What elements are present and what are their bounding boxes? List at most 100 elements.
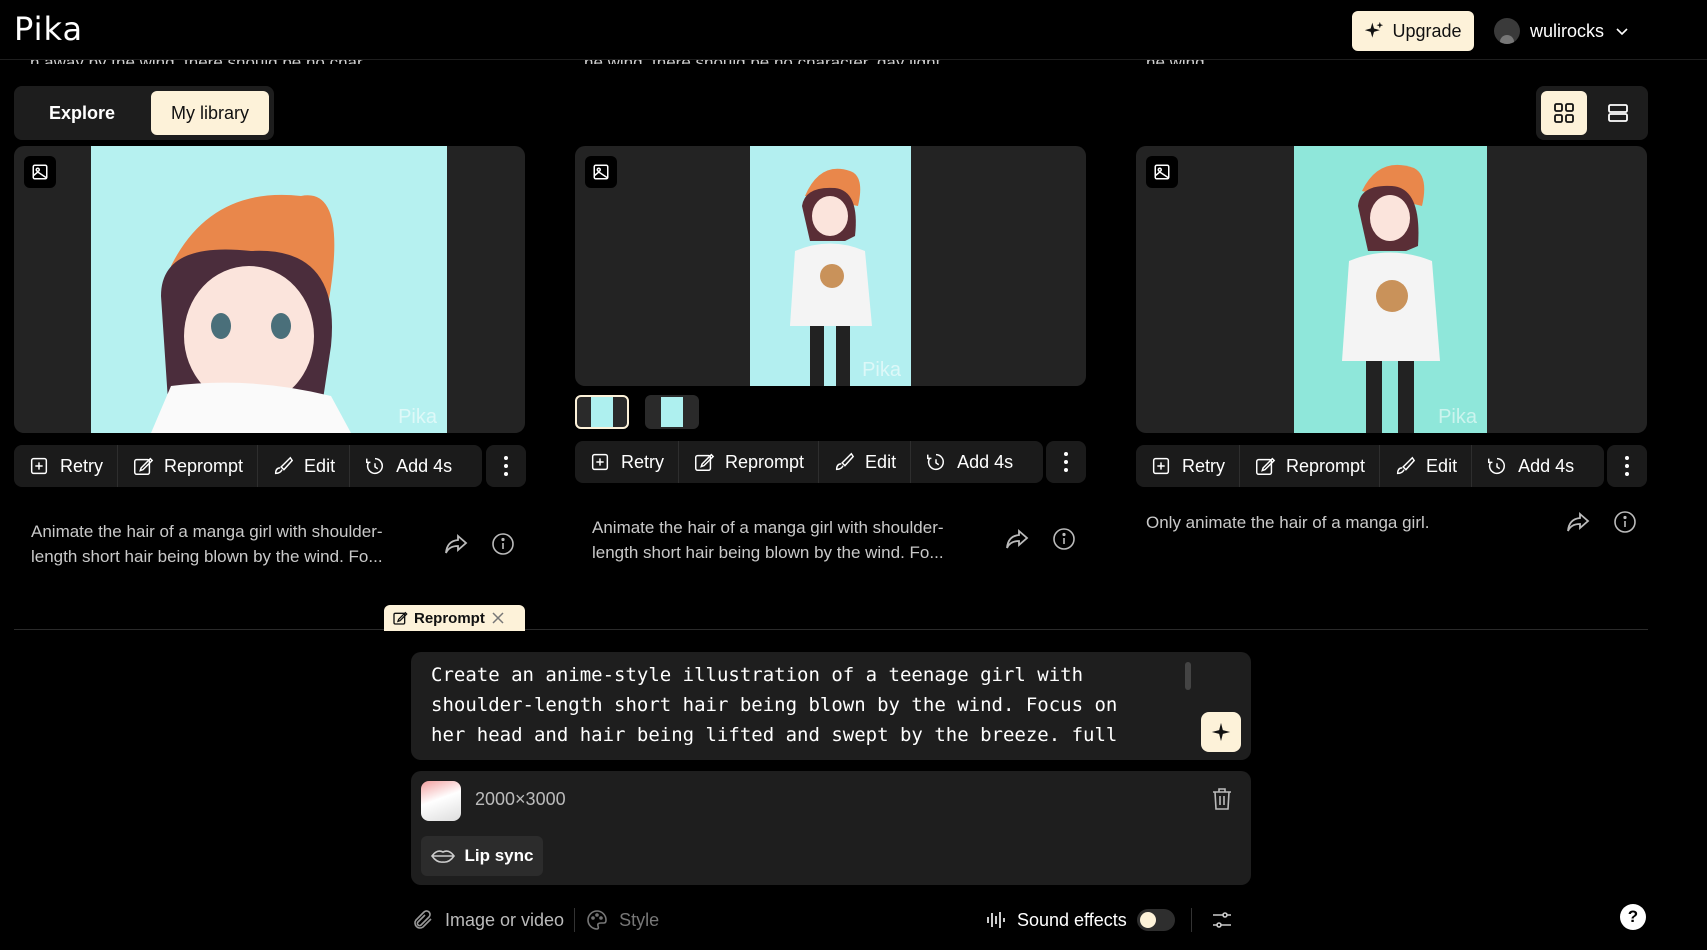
image-or-video-button[interactable]: Image or video — [445, 910, 564, 931]
image-icon — [24, 156, 56, 188]
edit-pencil-icon — [1256, 457, 1276, 475]
retry-label: Retry — [60, 455, 104, 476]
add-time-label: Add 4s — [957, 451, 1014, 472]
edit-pencil-icon — [134, 457, 154, 475]
reprompt-chip-label: Reprompt — [414, 609, 485, 627]
retry-label: Retry — [621, 451, 665, 472]
lips-icon — [430, 850, 455, 863]
edit-label: Edit — [865, 451, 897, 472]
more-options-button[interactable] — [1046, 441, 1086, 483]
add-time-label: Add 4s — [1518, 455, 1575, 476]
palette-icon[interactable] — [585, 908, 609, 932]
card-action-bar: Retry Reprompt Edit Add 4s — [575, 441, 1043, 483]
settings-sliders-icon[interactable] — [1210, 908, 1234, 932]
retry-icon — [1152, 457, 1170, 475]
edit-pencil-icon — [393, 611, 408, 625]
prompt-caption[interactable]: Only animate the hair of a manga girl. — [1146, 510, 1526, 535]
style-button[interactable]: Style — [619, 910, 659, 931]
attachment-thumbnail[interactable] — [421, 781, 461, 821]
sound-effects-toggle[interactable] — [1136, 909, 1175, 931]
add-time-button[interactable]: Add 4s — [911, 441, 1027, 483]
edit-button[interactable]: Edit — [258, 445, 351, 487]
prompt-text[interactable]: Create an anime-style illustration of a … — [431, 660, 1161, 750]
list-icon — [1608, 104, 1628, 122]
video-card[interactable]: Pika — [575, 146, 1086, 386]
reprompt-button[interactable]: Reprompt — [118, 445, 259, 487]
watermark: Pika — [398, 406, 437, 428]
library-tabs: Explore My library — [14, 86, 274, 140]
generated-image: Pika — [1294, 146, 1487, 433]
edit-label: Edit — [1426, 455, 1458, 476]
variation-thumbnails — [575, 395, 699, 429]
video-card[interactable]: Pika — [14, 146, 525, 433]
retry-button[interactable]: Retry — [14, 445, 119, 487]
thumbnail[interactable] — [645, 395, 699, 429]
thumbnail[interactable] — [575, 395, 629, 429]
reprompt-label: Reprompt — [164, 455, 244, 476]
image-icon — [1146, 156, 1178, 188]
image-icon — [585, 156, 617, 188]
edit-label: Edit — [304, 455, 336, 476]
pika-logo[interactable]: Pika — [14, 10, 83, 48]
avatar — [1494, 18, 1520, 44]
username: wulirocks — [1530, 20, 1605, 41]
timer-plus-icon — [927, 453, 945, 471]
grid-view-button[interactable] — [1541, 91, 1587, 135]
upgrade-label: Upgrade — [1392, 20, 1462, 41]
lip-sync-label: Lip sync — [464, 846, 534, 865]
attachment-panel: 2000×3000 Lip sync — [411, 771, 1251, 885]
add-time-label: Add 4s — [396, 455, 453, 476]
divider — [14, 629, 1648, 630]
info-icon[interactable] — [491, 532, 515, 556]
brush-icon — [835, 452, 855, 471]
brush-icon — [1396, 456, 1416, 475]
trash-icon[interactable] — [1211, 787, 1233, 811]
share-icon[interactable] — [443, 533, 469, 555]
edit-pencil-icon — [695, 453, 715, 471]
share-icon[interactable] — [1565, 511, 1591, 533]
edit-button[interactable]: Edit — [1380, 445, 1473, 487]
info-icon[interactable] — [1052, 527, 1076, 551]
prompt-caption[interactable]: Animate the hair of a manga girl with sh… — [592, 515, 972, 565]
separator — [1190, 908, 1192, 932]
retry-button[interactable]: Retry — [1136, 445, 1241, 487]
more-options-button[interactable] — [1607, 445, 1647, 487]
share-icon[interactable] — [1004, 528, 1030, 550]
tab-explore[interactable]: Explore — [19, 91, 145, 135]
edit-button[interactable]: Edit — [819, 441, 912, 483]
brush-icon — [274, 456, 294, 475]
more-options-button[interactable] — [486, 445, 526, 487]
caption-actions — [443, 532, 515, 556]
generated-image: Pika — [750, 146, 911, 386]
reprompt-button[interactable]: Reprompt — [679, 441, 820, 483]
composer-toolbar-left: Image or video Style — [411, 905, 659, 935]
top-header: Pika Upgrade wulirocks — [0, 0, 1707, 60]
reprompt-label: Reprompt — [725, 451, 805, 472]
attachment-dimensions: 2000×3000 — [475, 789, 566, 809]
upgrade-button[interactable]: Upgrade — [1352, 11, 1474, 51]
list-view-button[interactable] — [1595, 91, 1641, 135]
info-icon[interactable] — [1613, 510, 1637, 534]
add-time-button[interactable]: Add 4s — [1472, 445, 1588, 487]
add-time-button[interactable]: Add 4s — [350, 445, 466, 487]
more-vertical-icon — [1625, 456, 1629, 476]
retry-button[interactable]: Retry — [575, 441, 680, 483]
prompt-caption[interactable]: Animate the hair of a manga girl with sh… — [31, 519, 411, 569]
video-card[interactable]: Pika — [1136, 146, 1647, 433]
tab-my-library[interactable]: My library — [150, 91, 269, 135]
prompt-input[interactable]: Create an anime-style illustration of a … — [411, 652, 1251, 760]
reprompt-label: Reprompt — [1286, 455, 1366, 476]
reprompt-button[interactable]: Reprompt — [1240, 445, 1381, 487]
lip-sync-button[interactable]: Lip sync — [421, 836, 543, 876]
help-button[interactable]: ? — [1620, 904, 1646, 930]
close-icon[interactable] — [491, 611, 505, 625]
scrollbar[interactable] — [1185, 662, 1191, 690]
reprompt-chip[interactable]: Reprompt — [384, 605, 525, 631]
generate-button[interactable] — [1201, 712, 1241, 752]
user-menu[interactable]: wulirocks — [1494, 16, 1630, 46]
caption-actions — [1004, 527, 1076, 551]
card-action-bar: Retry Reprompt Edit Add 4s — [14, 445, 482, 487]
sound-effects-label: Sound effects — [1017, 909, 1127, 930]
composer-toolbar-right: Sound effects — [985, 905, 1234, 935]
paperclip-icon[interactable] — [411, 908, 435, 932]
